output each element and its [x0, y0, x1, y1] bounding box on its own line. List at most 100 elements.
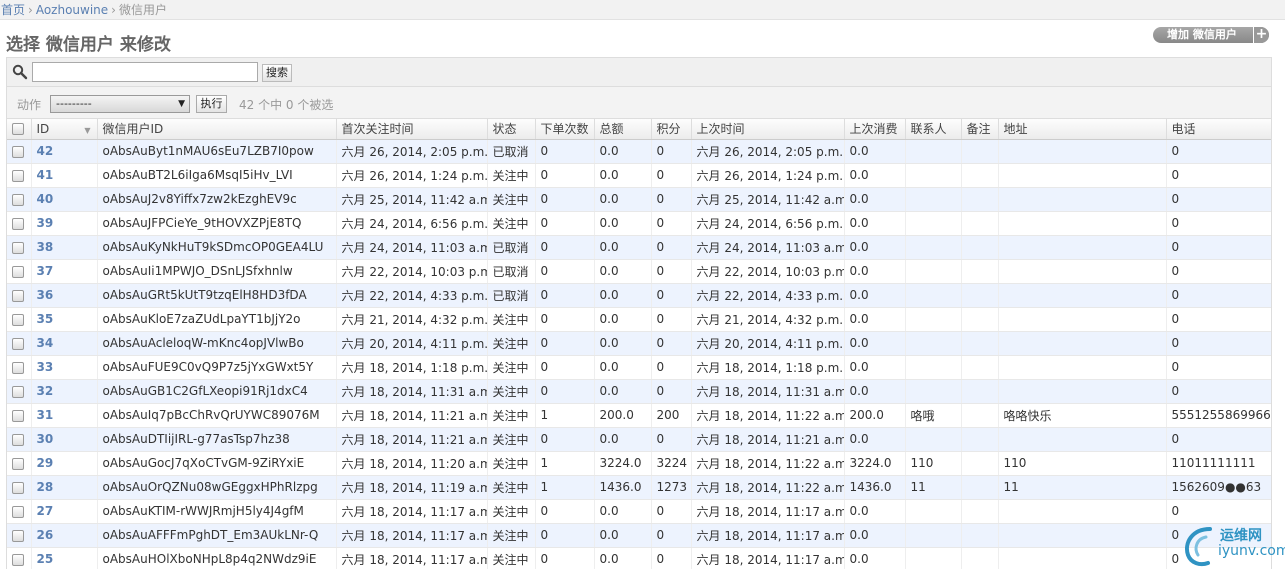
column-header-status[interactable]: 状态 [486, 119, 535, 140]
cell-points: 0 [650, 331, 691, 356]
sort-desc-icon[interactable]: ▼ [84, 126, 90, 135]
table-row: 30 oAbsAuDTIijIRL-g77asTsp7hz38 六月 18, 201… [7, 427, 1271, 452]
cell-status: 关注中 [486, 331, 535, 356]
cell-phone: 0 [1165, 163, 1271, 188]
row-id-link[interactable]: 39 [37, 216, 54, 230]
cell-contact [904, 235, 961, 260]
breadcrumb-home-link[interactable]: 首页 [1, 3, 25, 17]
cell-last-spend: 0.0 [843, 355, 905, 380]
cell-address [997, 331, 1166, 356]
cell-total: 0.0 [593, 235, 651, 260]
cell-points: 0 [650, 211, 691, 236]
column-header-phone[interactable]: 电话 [1165, 119, 1271, 140]
column-header-last-spend[interactable]: 上次消费 [843, 119, 905, 140]
row-id-link[interactable]: 36 [37, 288, 54, 302]
cell-id: 40 [30, 187, 97, 212]
row-checkbox[interactable] [12, 433, 24, 446]
row-id-link[interactable]: 30 [37, 432, 54, 446]
column-header-contact[interactable]: 联系人 [904, 119, 961, 140]
row-checkbox[interactable] [12, 457, 24, 470]
row-checkbox[interactable] [12, 337, 24, 350]
add-wechat-user-button[interactable]: 增加 微信用户 + [1153, 27, 1269, 43]
row-id-link[interactable]: 28 [37, 480, 54, 494]
row-id-link[interactable]: 31 [37, 408, 54, 422]
cell-total: 0.0 [593, 211, 651, 236]
cell-status: 已取消 [486, 283, 535, 308]
column-header-note[interactable]: 备注 [960, 119, 998, 140]
row-checkbox[interactable] [12, 313, 24, 326]
cell-wechat-id: oAbsAuByt1nMAU6sEu7LZB7I0pow [96, 139, 336, 164]
cell-first-follow: 六月 18, 2014, 11:20 a.m. [335, 451, 487, 476]
cell-address [997, 499, 1166, 524]
column-header-total[interactable]: 总额 [593, 119, 651, 140]
cell-first-follow: 六月 18, 2014, 11:31 a.m. [335, 379, 487, 404]
row-checkbox[interactable] [12, 265, 24, 278]
row-checkbox[interactable] [12, 169, 24, 182]
column-header-address[interactable]: 地址 [997, 119, 1166, 140]
table-row: 29 oAbsAuGocJ7qXoCTvGM-9ZiRYxiE 六月 18, 201… [7, 451, 1271, 476]
cell-total: 0.0 [593, 139, 651, 164]
column-header-last-time[interactable]: 上次时间 [690, 119, 844, 140]
row-checkbox[interactable] [12, 481, 24, 494]
cell-points: 3224 [650, 451, 691, 476]
cell-total: 200.0 [593, 403, 651, 428]
row-id-link[interactable]: 25 [37, 552, 54, 566]
cell-points: 0 [650, 355, 691, 380]
row-id-link[interactable]: 38 [37, 240, 54, 254]
cell-address [997, 139, 1166, 164]
row-id-link[interactable]: 27 [37, 504, 54, 518]
row-checkbox[interactable] [12, 529, 24, 542]
row-checkbox[interactable] [12, 385, 24, 398]
go-button[interactable]: 执行 [196, 95, 227, 113]
watermark-text: 运维网 [1220, 528, 1262, 544]
column-header-id[interactable]: ID ▼ [30, 119, 97, 140]
row-id-link[interactable]: 32 [37, 384, 54, 398]
row-checkbox[interactable] [12, 217, 24, 230]
select-all-checkbox[interactable] [12, 123, 24, 136]
cell-status: 已取消 [486, 235, 535, 260]
cell-note [960, 163, 998, 188]
cell-address [997, 259, 1166, 284]
row-select-cell [7, 499, 31, 524]
row-checkbox[interactable] [12, 361, 24, 374]
cell-total: 0.0 [593, 523, 651, 548]
search-button[interactable]: 搜索 [262, 64, 292, 82]
row-checkbox[interactable] [12, 193, 24, 206]
cell-contact [904, 187, 961, 212]
row-select-cell [7, 187, 31, 212]
row-id-link[interactable]: 41 [37, 168, 54, 182]
row-id-link[interactable]: 33 [37, 360, 54, 374]
cell-note [960, 307, 998, 332]
cell-order-count: 0 [534, 379, 594, 404]
row-checkbox[interactable] [12, 145, 24, 158]
row-checkbox[interactable] [12, 505, 24, 518]
column-header-points[interactable]: 积分 [650, 119, 691, 140]
action-select-value: --------- [56, 97, 92, 110]
breadcrumb-app-link[interactable]: Aozhouwine [36, 3, 108, 17]
row-id-link[interactable]: 40 [37, 192, 54, 206]
row-id-link[interactable]: 34 [37, 336, 54, 350]
cell-wechat-id: oAbsAuAFFFmPghDT_Em3AUkLNr-Q [96, 523, 336, 548]
row-id-link[interactable]: 42 [37, 144, 54, 158]
action-select[interactable]: --------- ▼ [50, 95, 190, 113]
row-checkbox[interactable] [12, 289, 24, 302]
cell-address: 110 [997, 451, 1166, 476]
row-checkbox[interactable] [12, 409, 24, 422]
row-id-link[interactable]: 35 [37, 312, 54, 326]
cell-order-count: 0 [534, 523, 594, 548]
column-header-first-follow[interactable]: 首次关注时间 [335, 119, 487, 140]
row-checkbox[interactable] [12, 553, 24, 566]
row-id-link[interactable]: 37 [37, 264, 54, 278]
column-header-order-count[interactable]: 下单次数 [534, 119, 594, 140]
row-id-link[interactable]: 29 [37, 456, 54, 470]
cell-last-spend: 0.0 [843, 259, 905, 284]
cell-order-count: 0 [534, 427, 594, 452]
cell-status: 关注中 [486, 379, 535, 404]
row-checkbox[interactable] [12, 241, 24, 254]
cell-last-spend: 0.0 [843, 547, 905, 569]
column-header-wechat-id[interactable]: 微信用户ID [96, 119, 336, 140]
search-icon [12, 64, 28, 80]
search-input[interactable] [32, 62, 258, 82]
cell-points: 0 [650, 187, 691, 212]
row-id-link[interactable]: 26 [37, 528, 54, 542]
